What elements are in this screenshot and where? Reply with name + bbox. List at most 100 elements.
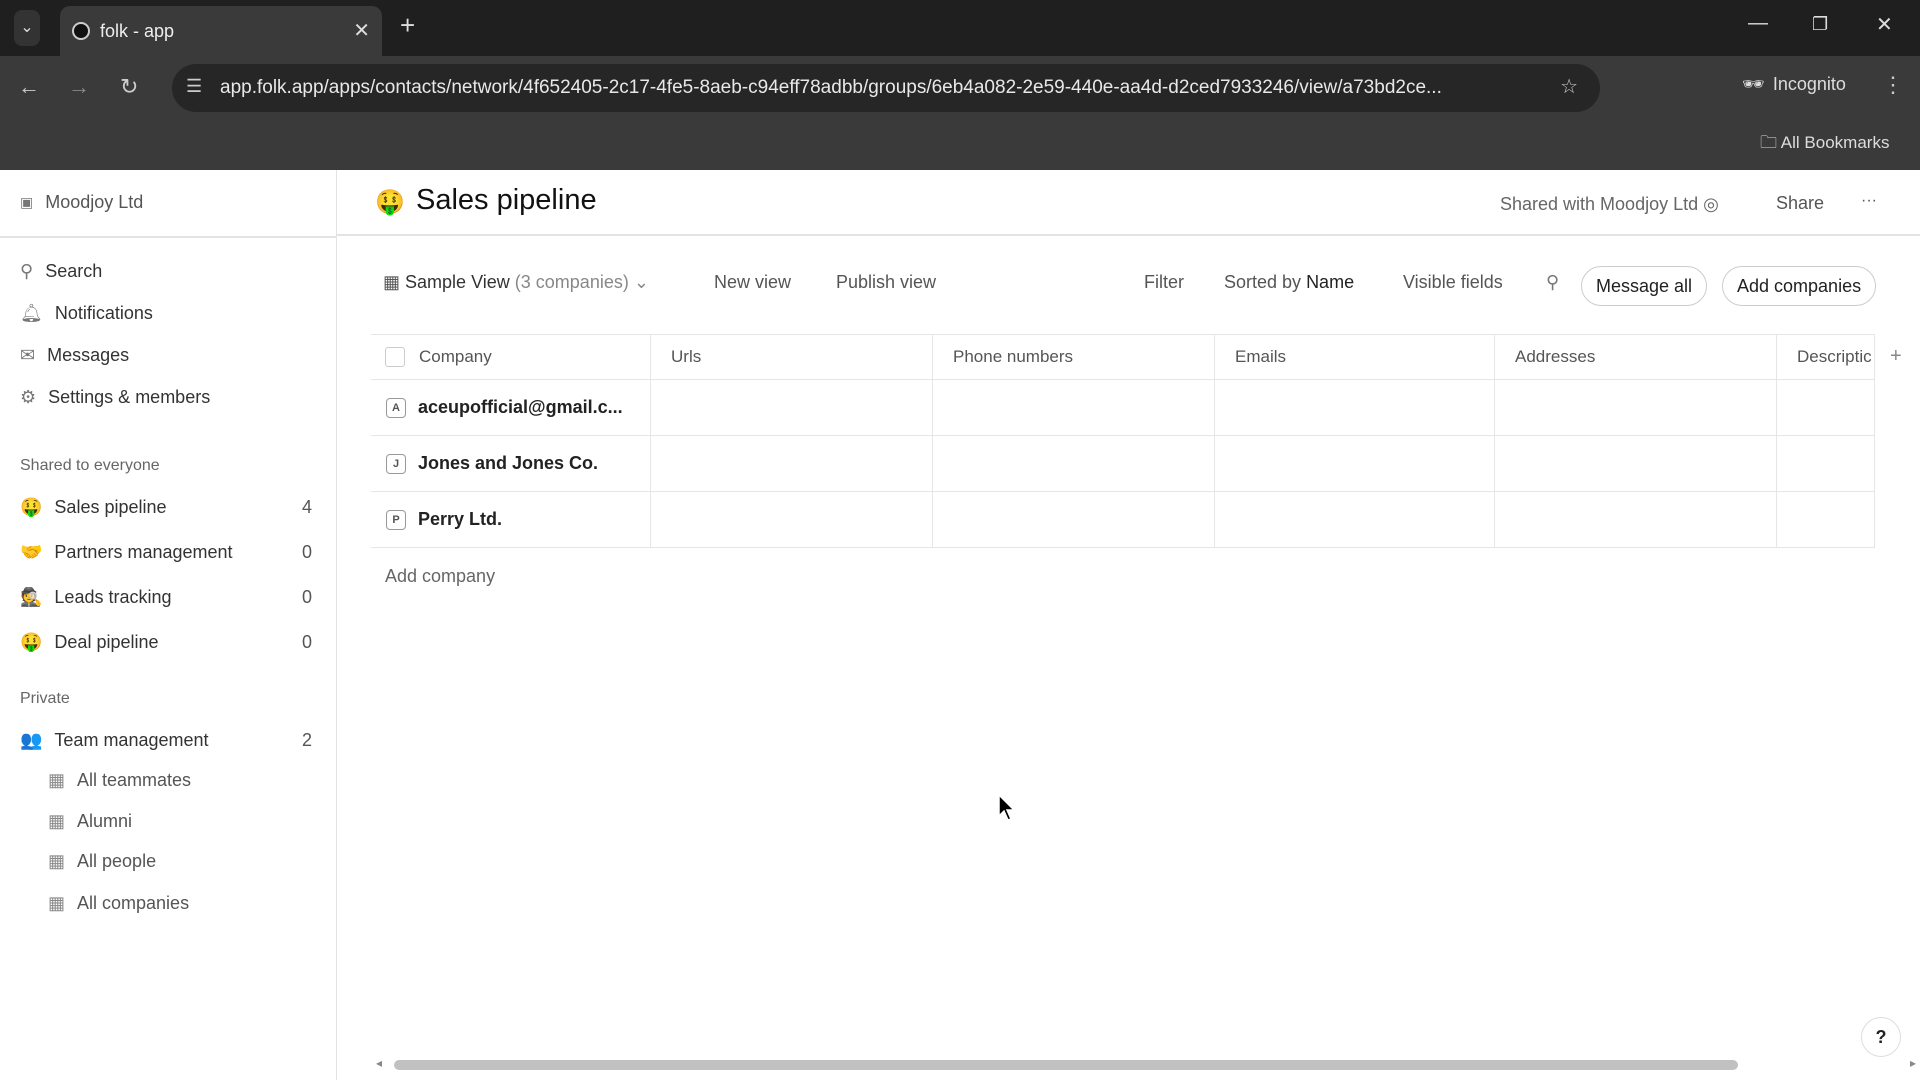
message-all-button[interactable]: Message all: [1581, 266, 1708, 306]
scroll-left-icon[interactable]: ◂: [376, 1056, 382, 1070]
sidebar-item-settings[interactable]: ⚙ Settings & members: [20, 387, 320, 408]
sidebar-item-leads-tracking[interactable]: 🕵 Leads tracking 0: [20, 587, 320, 608]
back-icon[interactable]: ←: [18, 74, 40, 100]
column-header-phone-numbers[interactable]: Phone numbers: [933, 334, 1215, 380]
table-row-company-cell[interactable]: P Perry Ltd.: [371, 492, 651, 548]
add-companies-button[interactable]: Add companies: [1722, 266, 1877, 306]
more-options-button[interactable]: ···: [1861, 192, 1877, 210]
menu-icon[interactable]: ⋮: [1882, 72, 1904, 98]
handshake-icon: 🤝: [20, 542, 43, 562]
close-window-icon[interactable]: ✕: [1876, 12, 1893, 37]
column-header-addresses[interactable]: Addresses: [1495, 334, 1777, 380]
help-button[interactable]: ?: [1861, 1017, 1901, 1057]
scroll-right-icon[interactable]: ▸: [1910, 1056, 1916, 1070]
table-cell-descriptic[interactable]: [1777, 436, 1875, 492]
table-cell-urls[interactable]: [651, 436, 933, 492]
shared-with[interactable]: Shared with Moodjoy Ltd ◎: [1500, 194, 1719, 215]
label: Settings & members: [48, 387, 211, 407]
restore-icon[interactable]: ❐: [1812, 14, 1828, 35]
table-cell-phone-numbers[interactable]: [933, 436, 1215, 492]
favicon-icon: [72, 22, 90, 40]
company-name[interactable]: Perry Ltd.: [418, 509, 502, 530]
shared-with-label: Shared with Moodjoy Ltd: [1500, 194, 1699, 214]
close-tab-icon[interactable]: ✕: [353, 18, 370, 43]
column-header-urls[interactable]: Urls: [651, 334, 933, 380]
label: Notifications: [54, 303, 153, 323]
column-header-emails[interactable]: Emails: [1215, 334, 1495, 380]
table-cell-descriptic[interactable]: [1777, 492, 1875, 548]
table-cell-phone-numbers[interactable]: [933, 492, 1215, 548]
reload-icon[interactable]: ↻: [120, 74, 138, 100]
company-avatar: J: [386, 453, 406, 474]
count: 0: [301, 587, 312, 607]
workspace-switcher[interactable]: ▣ Moodjoy Ltd: [20, 192, 320, 213]
view-selector[interactable]: ▦ Sample View (3 companies) ⌄: [383, 272, 649, 293]
company-name[interactable]: aceupofficial@gmail.c...: [418, 397, 623, 418]
site-info-icon[interactable]: ☰: [186, 76, 202, 97]
view-alumni[interactable]: ▦ Alumni: [48, 811, 318, 832]
label: Deal pipeline: [54, 632, 159, 652]
table-row-company-cell[interactable]: J Jones and Jones Co.: [371, 436, 651, 492]
filter-button[interactable]: Filter: [1144, 272, 1184, 293]
horizontal-scrollbar[interactable]: ◂ ▸: [374, 1056, 1920, 1074]
table-cell-addresses[interactable]: [1495, 492, 1777, 548]
people-icon: 👥: [20, 730, 43, 750]
company-name[interactable]: Jones and Jones Co.: [418, 453, 598, 474]
all-bookmarks[interactable]: 🗀 All Bookmarks: [1760, 130, 1889, 159]
column-header-company[interactable]: Company: [371, 334, 651, 380]
view-name: Sample View: [405, 272, 510, 292]
add-company-button[interactable]: Add company: [385, 566, 495, 587]
table-icon: ▦: [48, 851, 66, 871]
table-cell-urls[interactable]: [651, 380, 933, 436]
sidebar-item-deal-pipeline[interactable]: 🤑 Deal pipeline 0: [20, 632, 320, 653]
new-tab-icon[interactable]: +: [400, 10, 415, 41]
add-column-icon[interactable]: +: [1890, 345, 1902, 368]
sidebar-item-sales-pipeline[interactable]: 🤑 Sales pipeline 4: [20, 497, 320, 518]
tab-search-chevron-icon[interactable]: ⌄: [14, 10, 40, 46]
bookmark-star-icon[interactable]: ☆: [1560, 74, 1578, 99]
select-all-checkbox[interactable]: [385, 347, 405, 367]
bell-icon: 🔔︎: [20, 303, 43, 323]
money-face-icon: 🤑: [375, 189, 405, 216]
sidebar-item-notifications[interactable]: 🔔︎ Notifications: [20, 303, 320, 324]
scrollbar-thumb[interactable]: [394, 1060, 1738, 1070]
publish-view-button[interactable]: Publish view: [836, 272, 936, 293]
table-icon: ▦: [383, 272, 401, 292]
table-cell-emails[interactable]: [1215, 380, 1495, 436]
view-all-companies[interactable]: ▦ All companies: [48, 893, 318, 914]
table-row-company-cell[interactable]: Aaceupofficial@gmail.c...: [371, 380, 651, 436]
table-cell-emails[interactable]: [1215, 436, 1495, 492]
table-cell-emails[interactable]: [1215, 492, 1495, 548]
search-icon[interactable]: ⚲: [1546, 272, 1559, 293]
new-view-button[interactable]: New view: [714, 272, 791, 293]
table-cell-phone-numbers[interactable]: [933, 380, 1215, 436]
count: 2: [301, 730, 312, 750]
sidebar-item-search[interactable]: ⚲ Search: [20, 261, 320, 282]
bookmarks-label: All Bookmarks: [1780, 133, 1890, 152]
minimize-icon[interactable]: —: [1748, 12, 1768, 35]
table-cell-descriptic[interactable]: [1777, 380, 1875, 436]
column-header-description[interactable]: Descriptic: [1777, 334, 1875, 380]
table-cell-addresses[interactable]: [1495, 436, 1777, 492]
visible-fields-button[interactable]: Visible fields: [1403, 272, 1503, 293]
incognito-indicator[interactable]: 🕶 Incognito: [1742, 74, 1846, 95]
label: Leads tracking: [54, 587, 172, 607]
sidebar-item-team-management[interactable]: 👥 Team management 2: [20, 730, 320, 751]
view-all-people[interactable]: ▦ All people: [48, 851, 318, 872]
table-cell-addresses[interactable]: [1495, 380, 1777, 436]
address-bar[interactable]: ☰ app.folk.app/apps/contacts/network/4f6…: [172, 64, 1600, 112]
divider: [0, 236, 337, 238]
incognito-label: Incognito: [1772, 74, 1846, 94]
mouse-cursor-icon: [998, 794, 1016, 821]
sidebar-item-messages[interactable]: ✉ Messages: [20, 345, 320, 366]
sort-button[interactable]: Sorted by Name: [1224, 272, 1354, 293]
forward-icon[interactable]: →: [68, 74, 90, 100]
share-button[interactable]: Share: [1776, 193, 1824, 214]
sidebar-item-partners-management[interactable]: 🤝 Partners management 0: [20, 542, 320, 563]
view-all-teammates[interactable]: ▦ All teammates: [48, 770, 318, 791]
count: 4: [301, 497, 312, 517]
label: Search: [45, 261, 103, 281]
browser-tab[interactable]: folk - app ✕: [60, 6, 382, 56]
table-cell-urls[interactable]: [651, 492, 933, 548]
sort-field: Name: [1306, 272, 1355, 292]
